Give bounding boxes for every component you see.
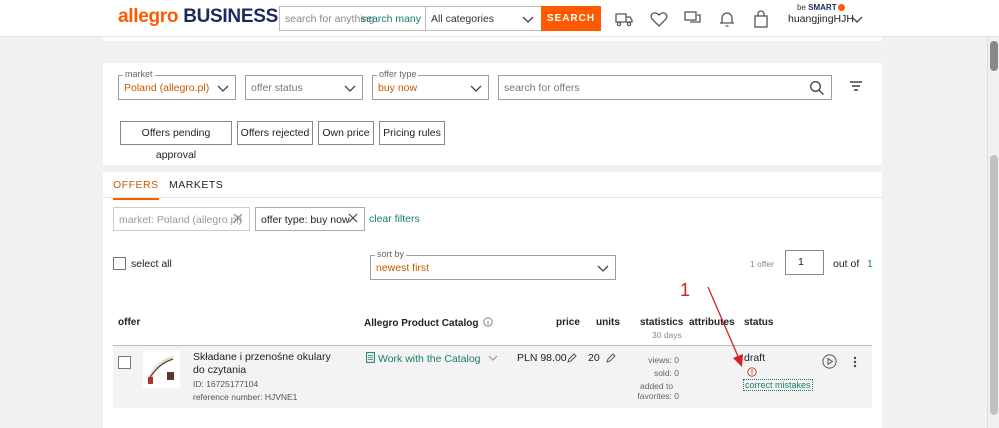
- correct-mistakes-link[interactable]: correct mistakes: [743, 379, 813, 391]
- logo-text-business: BUSINESS: [183, 6, 278, 27]
- filter-settings-icon[interactable]: [849, 80, 863, 92]
- messages-icon[interactable]: [683, 9, 703, 29]
- column-catalog: Allegro Product Catalog: [364, 317, 493, 329]
- filters-panel: market Poland (allegro.pl) offer status …: [103, 63, 882, 165]
- sold-stat: sold: 0: [653, 368, 679, 378]
- column-price: price: [556, 317, 580, 328]
- scrollbar-top-handle[interactable]: [990, 41, 998, 71]
- table-row[interactable]: Składane i przenośne okulary do czytania…: [113, 345, 872, 408]
- search-button[interactable]: SEARCH: [541, 6, 601, 31]
- top-card-remnant: [103, 37, 882, 41]
- row-checkbox[interactable]: [118, 356, 131, 369]
- page-number-input[interactable]: 1: [785, 250, 824, 275]
- allegro-business-logo[interactable]: allegro BUSINESS: [118, 6, 278, 28]
- search-offers-placeholder: search for offers: [504, 82, 580, 94]
- page-scrollbar[interactable]: [987, 37, 999, 428]
- market-value: Poland (allegro.pl): [124, 82, 210, 94]
- edit-price-pencil-icon[interactable]: [567, 353, 577, 363]
- offer-type-label: offer type: [377, 69, 419, 79]
- offer-status-placeholder: offer status: [251, 82, 303, 94]
- offer-type-select[interactable]: offer type buy now: [372, 69, 489, 100]
- search-offers-input[interactable]: search for offers: [498, 75, 832, 100]
- top-bar: allegro BUSINESS search for anything sear…: [0, 0, 999, 37]
- offer-type-value: buy now: [378, 82, 418, 94]
- chevron-down-icon: [489, 355, 498, 361]
- product-thumbnail[interactable]: [143, 350, 180, 388]
- smart-dot-icon: [837, 4, 845, 12]
- document-icon: [366, 352, 375, 363]
- logo-text-allegro: allegro: [118, 6, 179, 27]
- chevron-down-icon: [217, 85, 229, 92]
- info-icon[interactable]: [483, 317, 493, 327]
- search-icon[interactable]: [809, 80, 825, 96]
- user-menu[interactable]: huangjingHJH: [788, 13, 854, 25]
- market-select[interactable]: market Poland (allegro.pl): [118, 69, 236, 100]
- favorites-stat: favorites: 0: [637, 391, 679, 401]
- delivery-truck-icon[interactable]: [614, 9, 634, 29]
- column-units: units: [596, 317, 620, 328]
- heart-icon[interactable]: [649, 9, 669, 29]
- close-icon[interactable]: [348, 213, 358, 223]
- annotation-arrow-icon: [707, 286, 743, 367]
- offers-rejected-button[interactable]: Offers rejected: [237, 121, 313, 145]
- statistics-period: 30 days: [652, 330, 682, 340]
- column-offer: offer: [118, 317, 141, 328]
- chevron-down-icon: [344, 85, 356, 92]
- units-value: 20: [588, 352, 600, 364]
- clear-filters-link[interactable]: clear filters: [369, 213, 420, 225]
- sort-by-label: sort by: [375, 249, 407, 259]
- be-smart-prefix: be: [797, 3, 806, 12]
- column-statistics: statistics: [640, 317, 684, 328]
- column-catalog-label: Allegro Product Catalog: [364, 318, 479, 329]
- reference-number: reference number: HJVNE1: [193, 392, 298, 402]
- chevron-down-icon: [522, 16, 534, 23]
- price-value: PLN 98.00: [517, 352, 567, 364]
- global-search-input[interactable]: search for anything search many: [279, 6, 426, 31]
- chevron-down-icon: [470, 85, 482, 92]
- select-all-checkbox[interactable]: [113, 257, 126, 270]
- work-with-catalog-link[interactable]: Work with the Catalog: [366, 352, 498, 365]
- own-price-button[interactable]: Own price: [318, 121, 374, 145]
- chip-market-text: market: Poland (allegro.pl): [119, 214, 243, 226]
- catalog-link-text: Work with the Catalog: [378, 353, 481, 365]
- offers-panel: OFFERS MARKETS market: Poland (allegro.p…: [103, 172, 882, 428]
- tabs-divider: [103, 197, 882, 198]
- more-options-icon[interactable]: [853, 356, 857, 368]
- bell-icon[interactable]: [717, 9, 737, 29]
- select-all-label[interactable]: select all: [131, 258, 172, 270]
- out-of-label: out of: [833, 258, 860, 270]
- play-icon[interactable]: [822, 354, 837, 369]
- product-id: ID: 16725177104: [193, 379, 259, 389]
- category-value: All categories: [431, 13, 495, 25]
- sort-by-value: newest first: [376, 262, 430, 274]
- annotation-number: 1: [680, 280, 691, 300]
- added-to-label: added to: [640, 381, 674, 391]
- views-stat: views: 0: [648, 355, 679, 365]
- shopping-bag-icon[interactable]: [751, 9, 771, 29]
- category-select[interactable]: All categories: [425, 6, 542, 31]
- tab-markets[interactable]: MARKETS: [169, 179, 223, 191]
- filter-chip-market[interactable]: market: Poland (allegro.pl): [113, 207, 250, 231]
- offer-count: 1 offer: [750, 259, 774, 269]
- offers-pending-approval-button[interactable]: Offers pending approval: [120, 121, 232, 161]
- pricing-rules-button[interactable]: Pricing rules: [379, 121, 445, 145]
- market-label: market: [123, 69, 155, 79]
- search-many-link[interactable]: search many: [361, 13, 421, 25]
- total-pages-link[interactable]: 1: [867, 258, 873, 270]
- chevron-down-icon: [597, 265, 609, 272]
- chip-offer-type-text: offer type: buy now: [261, 214, 350, 226]
- reading-glasses-image: [147, 356, 174, 384]
- be-smart-badge[interactable]: be SMART: [797, 3, 845, 12]
- edit-units-pencil-icon[interactable]: [606, 353, 616, 363]
- offer-status-select[interactable]: offer status: [245, 75, 363, 100]
- sort-by-select[interactable]: sort by newest first: [370, 249, 616, 280]
- product-name-link[interactable]: Składane i przenośne okulary do czytania: [193, 351, 338, 377]
- scrollbar-thumb[interactable]: [990, 155, 998, 415]
- chevron-down-icon[interactable]: [851, 13, 863, 25]
- be-smart-brand: SMART: [808, 3, 837, 12]
- filter-chip-offer-type[interactable]: offer type: buy now: [255, 207, 365, 231]
- close-icon[interactable]: [233, 213, 243, 223]
